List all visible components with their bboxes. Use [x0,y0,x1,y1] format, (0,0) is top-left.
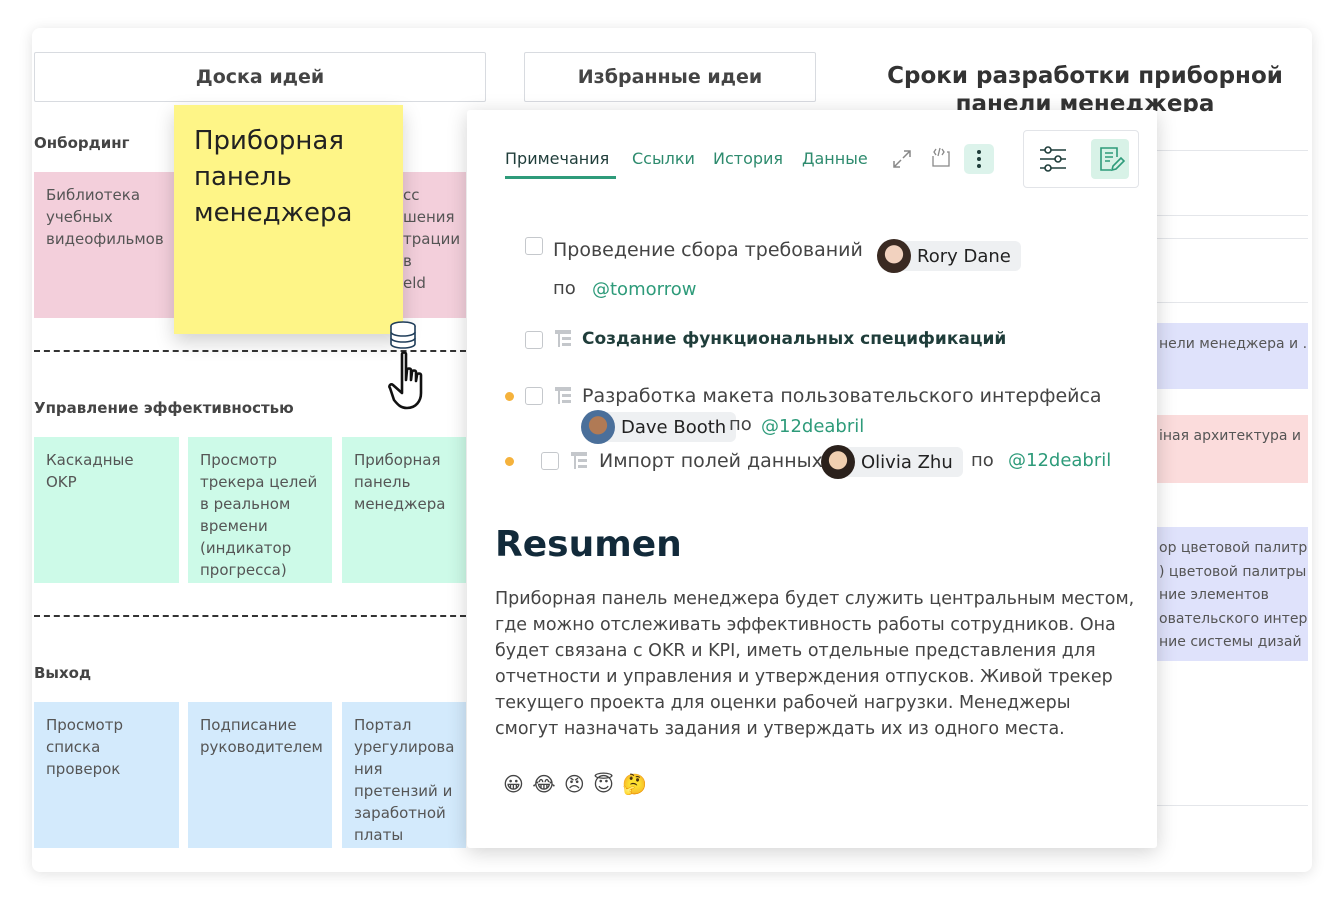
task-checkbox[interactable] [525,331,543,349]
emoji-reactions[interactable]: 😀 😂 😠 😇 🤔 [503,772,648,796]
section-exit: Выход [34,664,92,682]
subtask-tree-icon [555,387,571,404]
due-date-mention[interactable]: @12deabril [1008,450,1111,471]
tab-notes[interactable]: Примечания [505,149,609,168]
idea-card[interactable]: Приборная панель менеджера [342,437,466,583]
section-performance: Управление эффективностью [34,399,294,417]
edit-note-icon [1100,147,1125,172]
divider [1157,150,1308,151]
hand-cursor-icon [388,351,423,410]
assignee-name: Dave Booth [621,416,727,438]
timeline-item[interactable]: ор цветовой палитр ) цветовой палитры ни… [1157,527,1308,661]
section-onboarding: Онбординг [34,134,130,152]
divider [1157,238,1308,239]
idea-card[interactable]: Просмотр трекера целей в реальном времен… [188,437,332,583]
task-title: Разработка макета пользовательского инте… [582,385,1102,407]
task-title: Импорт полей данных [599,450,823,472]
timeline-title: Сроки разработки приборной панели менедж… [887,63,1283,112]
avatar [877,239,911,273]
database-icon [390,321,416,349]
active-tab-indicator [505,176,616,179]
filter-sliders-icon[interactable] [1038,145,1068,173]
due-label: по [971,450,994,471]
idea-card[interactable]: Просмотр списка проверок [34,702,179,848]
avatar [821,445,855,479]
idea-detail-panel: Примечания Ссылки История Данные Проведе… [467,110,1157,848]
more-options-button[interactable] [964,144,994,174]
status-dot [505,392,514,401]
divider [1157,302,1308,303]
divider [1157,805,1308,806]
due-label: по [553,278,576,299]
due-label: по [729,414,752,435]
notes-view-button[interactable] [1091,139,1129,179]
task-checkbox[interactable] [525,387,543,405]
assignee-chip[interactable]: Dave Booth [581,410,737,444]
avatar [581,410,615,444]
tab-ideas-board[interactable]: Доска идей [34,52,486,102]
due-date-mention[interactable]: @tomorrow [592,279,696,300]
section-divider [34,615,466,617]
idea-card[interactable]: Библиотека учебных видеофильмов [34,172,179,318]
assignee-chip[interactable]: Rory Dane [877,239,1021,273]
sticky-note-dragging[interactable]: Приборная панель менеджера [174,105,403,334]
task-checkbox[interactable] [541,452,559,470]
status-dot [505,457,514,466]
view-toolbar [1023,130,1139,188]
idea-card[interactable]: Портал урегулирова ния претензий и зараб… [342,702,466,848]
summary-heading: Resumen [495,524,682,565]
task-title: Проведение сбора требований [553,239,863,261]
timeline-item[interactable]: іная архитектура и [1157,415,1308,483]
idea-card[interactable]: Подписание руководителем [188,702,332,848]
task-checkbox[interactable] [525,237,543,255]
embed-code-icon[interactable] [930,147,952,169]
divider [1157,215,1308,216]
tab-history[interactable]: История [713,149,783,168]
assignee-name: Olivia Zhu [861,451,953,473]
idea-card[interactable]: Каскадные OKР [34,437,179,583]
assignee-chip[interactable]: Olivia Zhu [821,445,963,479]
subtask-tree-icon [571,452,587,469]
due-date-mention[interactable]: @12deabril [761,416,864,437]
task-title: Создание функциональных спецификаций [582,329,1007,349]
subtask-tree-icon [555,330,571,347]
expand-icon[interactable] [891,148,913,170]
summary-text: Приборная панель менеджера будет служить… [495,589,1135,739]
tab-data[interactable]: Данные [802,149,868,168]
tab-favorite-ideas[interactable]: Избранные идеи [524,52,816,102]
tab-links[interactable]: Ссылки [632,149,695,168]
assignee-name: Rory Dane [917,245,1011,267]
timeline-item[interactable]: нели менеджера и ... [1157,323,1308,389]
